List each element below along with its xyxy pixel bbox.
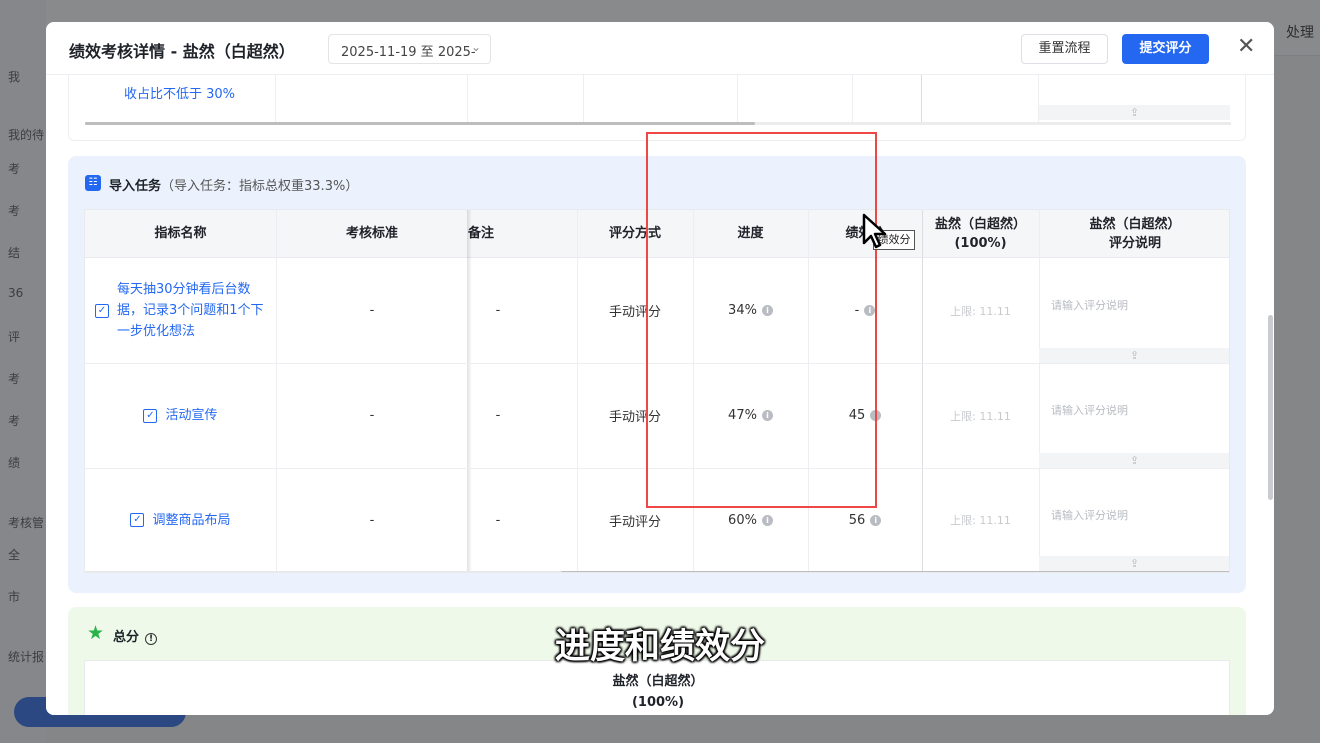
comment-rater-name: 盐然（白超然） xyxy=(1089,216,1181,232)
indicator-name-link[interactable]: 活动宣传 xyxy=(165,405,217,426)
rater-name: 盐然（白超然） xyxy=(934,216,1026,232)
score-limit-placeholder: 上限: 11.11 xyxy=(950,514,1011,527)
info-icon[interactable]: i xyxy=(870,410,882,421)
col-header-standard: 考核标准 xyxy=(276,210,468,258)
progress-value: 34% xyxy=(728,303,757,318)
indicator-name-link[interactable]: 调整商品布局 xyxy=(152,510,230,531)
section-subtitle: （导入任务：指标总权重33.3%） xyxy=(161,179,359,194)
score-limit-placeholder: 上限: 11.11 xyxy=(950,409,1011,423)
col-header-rater: 盐然（白超然） (100%) xyxy=(922,210,1039,258)
rater-weight: (100%) xyxy=(954,235,1007,251)
scrollbar-thumb[interactable] xyxy=(561,571,1229,572)
standard-value: - xyxy=(369,512,375,528)
score-limit-placeholder: 上限: 11.11 xyxy=(950,304,1011,318)
info-icon[interactable]: i xyxy=(761,410,773,421)
vertical-scrollbar[interactable] xyxy=(1268,315,1273,500)
progress-cell: 60% i xyxy=(693,468,808,572)
checkbox-checked-icon[interactable]: ✓ xyxy=(95,303,109,318)
info-icon[interactable]: i xyxy=(864,305,876,316)
total-rater-name: 盐然（白超然） xyxy=(612,674,704,689)
column-divider xyxy=(583,75,584,122)
date-range-value: 2025-11-19 至 2025- xyxy=(341,45,476,60)
info-icon[interactable]: i xyxy=(870,514,882,526)
remark-value: - xyxy=(495,408,501,423)
upload-cloud-icon[interactable]: ⇪ xyxy=(1039,453,1229,468)
chevron-down-icon: ⌄ xyxy=(470,40,481,54)
score-value: 56 xyxy=(848,512,866,528)
score-input[interactable]: 上限: 11.11 xyxy=(922,258,1039,363)
score-value: - xyxy=(854,303,860,318)
info-icon[interactable]: i xyxy=(761,305,773,316)
table-row[interactable]: ✓ 活动宣传 xyxy=(85,363,276,468)
import-task-section: ☷ 导入任务（导入任务：指标总权重33.3%） 指标名称 考核标准 备注 评分方… xyxy=(68,156,1246,593)
col-header-remark: 备注 xyxy=(468,210,577,258)
score-cell: 56 i xyxy=(808,468,922,572)
score-cell: -i xyxy=(808,258,922,363)
horizontal-scrollbar[interactable] xyxy=(85,571,1229,572)
upload-cloud-icon[interactable]: ⇪ xyxy=(1039,348,1229,363)
progress-value: 47% xyxy=(728,408,757,423)
previous-row-text[interactable]: 收占比不低于 30% xyxy=(124,83,235,102)
score-value: 45 xyxy=(848,408,866,423)
column-divider xyxy=(921,75,922,122)
standard-value: - xyxy=(369,303,375,318)
section-title-text: 导入任务 xyxy=(109,179,162,194)
method-value: 手动评分 xyxy=(608,514,661,530)
checkbox-checked-icon[interactable]: ✓ xyxy=(130,513,145,527)
column-divider xyxy=(852,75,853,122)
previous-section-card: 收占比不低于 30% ⇪ xyxy=(68,75,1246,141)
col-header-method: 评分方式 xyxy=(577,210,693,258)
reset-flow-button[interactable]: 重置流程 xyxy=(1021,34,1108,64)
score-input[interactable]: 上限: 11.11 xyxy=(922,363,1039,468)
task-table: 指标名称 考核标准 备注 评分方式 进度 绩效分 盐然（白超然） (100%) … xyxy=(84,209,1230,573)
indicator-name-link[interactable]: 每天抽30分钟看后台数据，记录3个问题和1个下一步优化想法 xyxy=(117,279,270,342)
checkbox-checked-icon[interactable]: ✓ xyxy=(143,408,158,423)
standard-value: - xyxy=(369,408,375,423)
col-header-comment: 盐然（白超然） 评分说明 xyxy=(1039,210,1229,258)
comment-input[interactable]: 请输入评分说明 xyxy=(1051,507,1128,523)
column-divider xyxy=(467,75,468,122)
comment-input[interactable]: 请输入评分说明 xyxy=(1051,402,1128,418)
table-row[interactable]: ✓ 每天抽30分钟看后台数据，记录3个问题和1个下一步优化想法 xyxy=(95,258,270,363)
scrollbar-thumb[interactable] xyxy=(85,122,755,125)
score-input[interactable]: 上限: 11.11 xyxy=(922,468,1039,572)
upload-cloud-icon[interactable]: ⇪ xyxy=(1039,556,1229,571)
modal-header: 绩效考核详情 - 盐然（白超然） 2025-11-19 至 2025- ⌄ 重置… xyxy=(46,22,1274,75)
col-header-name: 指标名称 xyxy=(85,210,276,258)
column-divider xyxy=(737,75,738,122)
upload-cloud-icon[interactable]: ⇪ xyxy=(1039,105,1230,120)
modal-title: 绩效考核详情 - 盐然（白超然） xyxy=(69,42,295,61)
section-title: 导入任务（导入任务：指标总权重33.3%） xyxy=(109,175,358,194)
score-cell: 45 i xyxy=(808,363,922,468)
progress-cell: 34% i xyxy=(693,258,808,363)
comment-label: 评分说明 xyxy=(1108,235,1161,251)
column-divider xyxy=(1039,210,1040,572)
progress-value: 60% xyxy=(728,512,757,528)
column-divider xyxy=(275,75,276,122)
table-row[interactable]: ✓ 调整商品布局 xyxy=(85,468,276,572)
info-icon[interactable]: i xyxy=(761,514,773,526)
remark-value: - xyxy=(495,303,501,318)
performance-detail-modal: 绩效考核详情 - 盐然（白超然） 2025-11-19 至 2025- ⌄ 重置… xyxy=(46,22,1274,715)
method-value: 手动评分 xyxy=(608,410,661,425)
col-header-progress: 进度 xyxy=(693,210,808,258)
total-col-header: 盐然（白超然） (100%) xyxy=(85,671,1231,713)
comment-input[interactable]: 请输入评分说明 xyxy=(1051,297,1128,313)
task-list-icon: ☷ xyxy=(85,175,101,191)
date-range-select[interactable]: 2025-11-19 至 2025- ⌄ xyxy=(328,34,491,64)
horizontal-scrollbar[interactable] xyxy=(85,122,1231,125)
remark-value: - xyxy=(495,512,501,528)
method-value: 手动评分 xyxy=(608,305,661,320)
mouse-cursor-icon xyxy=(862,213,887,249)
submit-score-button[interactable]: 提交评分 xyxy=(1122,34,1209,64)
progress-cell: 47% i xyxy=(693,363,808,468)
close-icon[interactable]: ✕ xyxy=(1237,36,1255,58)
video-caption: 进度和绩效分 xyxy=(554,627,765,667)
total-rater-weight: (100%) xyxy=(631,695,685,710)
